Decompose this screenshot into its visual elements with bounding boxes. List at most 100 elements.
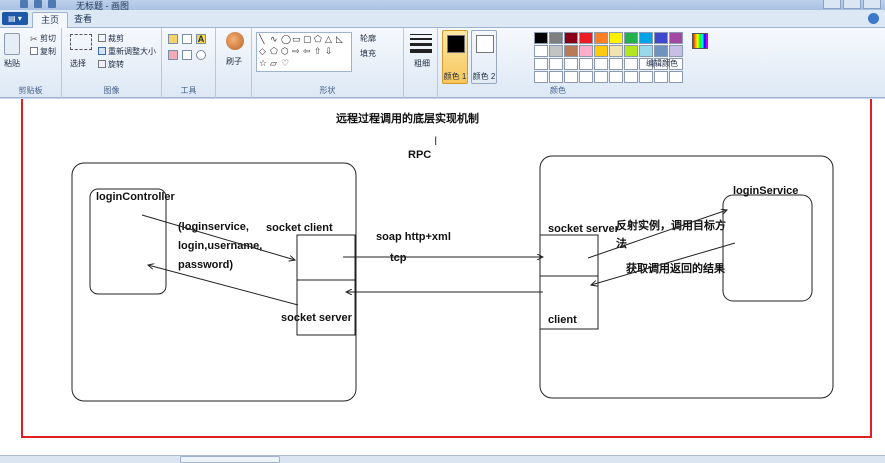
paste-button[interactable]: 粘贴	[4, 58, 20, 69]
diamond-shape-icon[interactable]: ◇	[259, 46, 266, 57]
palette-swatch[interactable]	[549, 32, 563, 44]
palette-swatch[interactable]	[654, 45, 668, 57]
paste-icon[interactable]	[4, 33, 20, 55]
palette-swatch[interactable]	[579, 58, 593, 70]
palette-swatch[interactable]	[594, 45, 608, 57]
undo-icon[interactable]	[34, 0, 42, 8]
horizontal-scrollbar[interactable]	[0, 455, 885, 463]
palette-swatch[interactable]	[594, 32, 608, 44]
down-arrow-shape-icon[interactable]: ⇩	[325, 46, 333, 57]
redo-icon[interactable]	[48, 0, 56, 8]
palette-swatch[interactable]	[564, 45, 578, 57]
palette-swatch[interactable]	[579, 71, 593, 83]
palette-swatch[interactable]	[654, 32, 668, 44]
rectangle-shape-icon[interactable]: ▭	[292, 34, 301, 45]
title-bar: 无标题 - 画图	[0, 0, 885, 11]
crop-button[interactable]: 裁剪	[108, 33, 124, 44]
right-arrow-shape-icon[interactable]: ⇨	[292, 46, 300, 57]
palette-swatch[interactable]	[609, 71, 623, 83]
help-icon[interactable]	[868, 13, 879, 24]
tab-view[interactable]: 查看	[66, 12, 100, 28]
oval-shape-icon[interactable]: ◯	[281, 34, 291, 45]
ribbon-tabs: ▤ ▾ 主页 查看	[0, 10, 885, 28]
palette-swatch[interactable]	[624, 45, 638, 57]
triangle-shape-icon[interactable]: △	[325, 34, 332, 45]
line-shape-icon[interactable]: ╲	[259, 34, 264, 45]
scrollbar-thumb[interactable]	[180, 456, 280, 463]
palette-swatch[interactable]	[579, 32, 593, 44]
polygon-shape-icon[interactable]: ⬠	[314, 34, 322, 45]
left-arrow-shape-icon[interactable]: ⇦	[303, 46, 311, 57]
paint-menu-button[interactable]: ▤ ▾	[2, 12, 28, 25]
curve-shape-icon[interactable]: ∿	[270, 34, 278, 45]
tab-home[interactable]: 主页	[32, 12, 69, 28]
palette-swatch[interactable]	[534, 45, 548, 57]
palette-swatch[interactable]	[624, 58, 638, 70]
palette-swatch[interactable]	[534, 32, 548, 44]
edit-colors-button[interactable]	[686, 31, 714, 71]
diagram-title: 远程过程调用的底层实现机制	[336, 111, 479, 125]
colors-group-label: 颜色	[550, 86, 566, 95]
palette-swatch[interactable]	[594, 58, 608, 70]
close-button[interactable]	[863, 0, 881, 9]
right-triangle-shape-icon[interactable]: ◺	[336, 34, 343, 45]
brush-icon[interactable]	[226, 32, 244, 50]
color-picker-icon[interactable]	[182, 50, 192, 60]
drawing-canvas[interactable]: 远程过程调用的底层实现机制 RPC I loginController (log…	[0, 69, 885, 455]
color1-button[interactable]: 颜色 1	[442, 30, 468, 84]
call-params-line-3: password)	[178, 259, 233, 271]
palette-swatch[interactable]	[549, 71, 563, 83]
color2-button[interactable]: 颜色 2	[471, 30, 497, 84]
copy-button[interactable]: 复制	[40, 46, 56, 57]
palette-swatch[interactable]	[624, 71, 638, 83]
select-button[interactable]: 选择	[70, 58, 86, 69]
line-size-icon[interactable]	[410, 34, 432, 56]
palette-swatch[interactable]	[654, 71, 668, 83]
callout-shape-icon[interactable]: ▱	[270, 58, 277, 69]
up-arrow-shape-icon[interactable]: ⇧	[314, 46, 322, 57]
hexagon-shape-icon[interactable]: ⬡	[281, 46, 289, 57]
palette-swatch[interactable]	[609, 45, 623, 57]
palette-swatch[interactable]	[609, 58, 623, 70]
shapes-gallery[interactable]: ╲ ∿ ◯ ▭ ▢ ⬠ △ ◺ ◇ ⬠ ⬡ ⇨ ⇦ ⇧ ⇩ ☆ ▱ ♡	[256, 32, 352, 72]
star-shape-icon[interactable]: ☆	[259, 58, 267, 69]
palette-swatch[interactable]	[639, 45, 653, 57]
text-icon[interactable]: A	[196, 34, 206, 44]
palette-swatch[interactable]	[669, 32, 683, 44]
palette-swatch[interactable]	[549, 45, 563, 57]
fill-icon[interactable]	[182, 34, 192, 44]
palette-swatch[interactable]	[639, 71, 653, 83]
fill-button[interactable]: 填充	[360, 48, 376, 59]
outline-button[interactable]: 轮廓	[360, 33, 376, 44]
palette-swatch[interactable]	[594, 71, 608, 83]
window-controls	[823, 0, 881, 9]
pentagon-shape-icon[interactable]: ⬠	[270, 46, 278, 57]
heart-shape-icon[interactable]: ♡	[281, 58, 289, 69]
palette-swatch[interactable]	[624, 32, 638, 44]
palette-swatch[interactable]	[564, 71, 578, 83]
save-icon[interactable]	[20, 0, 28, 8]
palette-swatch[interactable]	[534, 58, 548, 70]
pencil-icon[interactable]	[168, 34, 178, 44]
palette-swatch[interactable]	[609, 32, 623, 44]
palette-swatch[interactable]	[579, 45, 593, 57]
maximize-button[interactable]	[843, 0, 861, 9]
size-button[interactable]: 粗细	[414, 58, 430, 69]
palette-swatch[interactable]	[549, 58, 563, 70]
palette-swatch[interactable]	[564, 58, 578, 70]
crop-icon	[98, 34, 106, 42]
select-icon[interactable]	[70, 34, 92, 50]
palette-swatch[interactable]	[669, 71, 683, 83]
brushes-button[interactable]: 刷子	[226, 56, 242, 67]
resize-button[interactable]: 重新调整大小	[108, 46, 156, 57]
minimize-button[interactable]	[823, 0, 841, 9]
eraser-icon[interactable]	[168, 50, 178, 60]
magnifier-icon[interactable]	[196, 50, 206, 60]
palette-swatch[interactable]	[564, 32, 578, 44]
rounded-rect-shape-icon[interactable]: ▢	[303, 34, 312, 45]
rotate-button[interactable]: 旋转	[108, 59, 124, 70]
cut-button[interactable]: 剪切	[40, 33, 56, 44]
palette-swatch[interactable]	[534, 71, 548, 83]
palette-swatch[interactable]	[639, 32, 653, 44]
palette-swatch[interactable]	[669, 45, 683, 57]
